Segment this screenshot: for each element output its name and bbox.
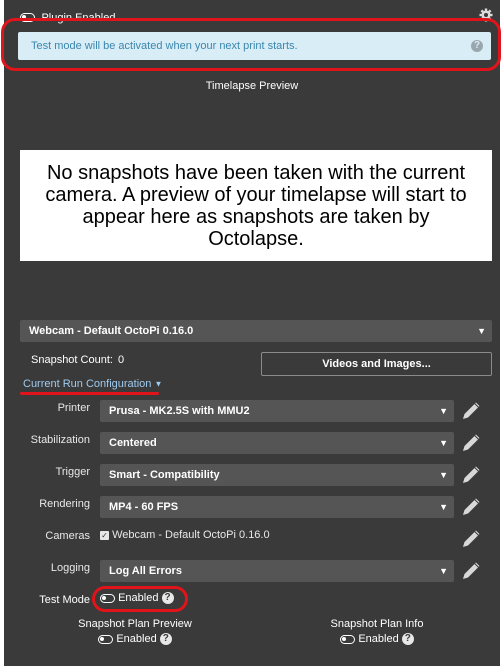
caret-down-icon: ▼	[439, 438, 448, 448]
camera-select-value: Webcam - Default OctoPi 0.16.0	[29, 325, 194, 337]
current-run-configuration-toggle[interactable]: Current Run Configuration ▼	[23, 378, 162, 390]
help-icon[interactable]: ?	[401, 633, 414, 646]
pencil-icon[interactable]	[460, 432, 482, 454]
toggle-icon	[98, 634, 114, 644]
highlight-underline	[20, 392, 159, 395]
caret-down-icon: ▼	[439, 470, 448, 480]
rendering-select[interactable]: MP4 - 60 FPS ▼	[100, 496, 454, 518]
snapshot-count-value: 0	[118, 354, 125, 366]
pencil-icon[interactable]	[460, 400, 482, 422]
timelapse-preview-title: Timelapse Preview	[205, 80, 299, 92]
printer-label: Printer	[57, 402, 90, 414]
toggle-icon	[340, 634, 356, 644]
camera-select[interactable]: Webcam - Default OctoPi 0.16.0 ▼	[20, 320, 492, 342]
pencil-icon[interactable]	[460, 560, 482, 582]
pencil-icon[interactable]	[460, 464, 482, 486]
stabilization-select[interactable]: Centered ▼	[100, 432, 454, 454]
snapshot-plan-info-toggle[interactable]: Enabled ?	[302, 633, 452, 646]
caret-down-icon: ▼	[439, 406, 448, 416]
test-mode-label: Test Mode	[39, 594, 90, 606]
snapshot-plan-preview-toggle[interactable]: Enabled ?	[60, 633, 210, 646]
trigger-select[interactable]: Smart - Compatibility ▼	[100, 464, 454, 486]
caret-down-icon: ▼	[439, 502, 448, 512]
pencil-icon[interactable]	[460, 528, 482, 550]
logging-label: Logging	[50, 562, 90, 574]
checkbox-checked-icon: ✓	[100, 530, 109, 540]
caret-down-icon: ▼	[477, 326, 486, 336]
camera-checkbox-item[interactable]: ✓ Webcam - Default OctoPi 0.16.0	[100, 529, 270, 541]
rendering-value: MP4 - 60 FPS	[109, 501, 179, 513]
printer-select[interactable]: Prusa - MK2.5S with MMU2 ▼	[100, 400, 454, 422]
snapshot-count: Snapshot Count: 0	[31, 354, 124, 366]
videos-and-images-button[interactable]: Videos and Images...	[261, 352, 492, 376]
logging-value: Log All Errors	[109, 565, 182, 577]
snapshot-plan-preview: Snapshot Plan Preview Enabled ?	[60, 618, 210, 646]
cameras-label: Cameras	[45, 530, 90, 542]
current-run-configuration-label: Current Run Configuration	[23, 378, 152, 390]
highlight-ring	[1, 18, 501, 71]
stabilization-value: Centered	[109, 437, 157, 449]
snapshot-plan-info-value: Enabled	[358, 633, 399, 646]
stabilization-label: Stabilization	[30, 434, 90, 446]
logging-select[interactable]: Log All Errors ▼	[100, 560, 454, 582]
octolapse-panel: Plugin Enabled Test mode will be activat…	[1, 0, 501, 666]
caret-down-icon: ▼	[439, 566, 448, 576]
printer-value: Prusa - MK2.5S with MMU2	[109, 405, 250, 417]
help-icon[interactable]: ?	[159, 633, 172, 646]
snapshot-plan-preview-value: Enabled	[116, 633, 157, 646]
pencil-icon[interactable]	[460, 496, 482, 518]
snapshot-plan-preview-label: Snapshot Plan Preview	[78, 618, 192, 630]
preview-message: No snapshots have been taken with the cu…	[45, 162, 467, 250]
highlight-ring	[92, 586, 188, 612]
caret-down-icon: ▼	[154, 379, 163, 389]
snapshot-count-label: Snapshot Count:	[31, 354, 113, 366]
trigger-label: Trigger	[55, 466, 90, 478]
snapshot-plan-info-label: Snapshot Plan Info	[330, 618, 424, 630]
snapshot-plan-info: Snapshot Plan Info Enabled ?	[302, 618, 452, 646]
camera-checkbox-label: Webcam - Default OctoPi 0.16.0	[112, 529, 270, 542]
rendering-label: Rendering	[39, 498, 90, 510]
timelapse-preview-box: No snapshots have been taken with the cu…	[20, 150, 492, 261]
trigger-value: Smart - Compatibility	[109, 469, 220, 481]
